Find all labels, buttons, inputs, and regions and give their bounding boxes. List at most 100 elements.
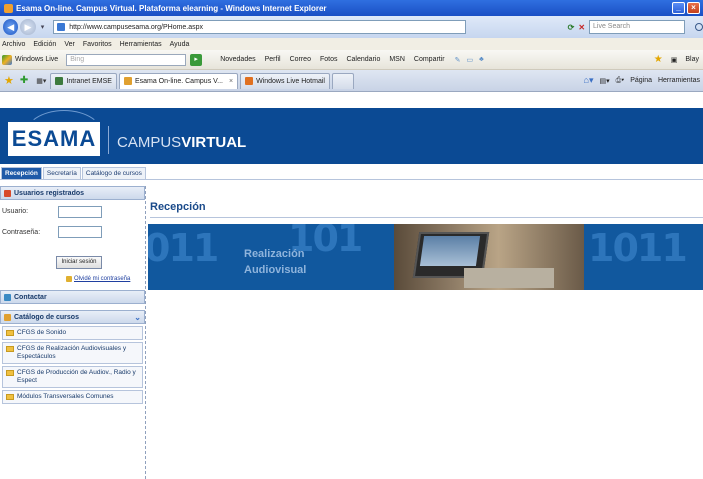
close-button[interactable]: ×	[687, 2, 700, 14]
menu-ayuda[interactable]: Ayuda	[170, 41, 190, 48]
catalog-icon	[4, 313, 11, 321]
live-right-tools: ★ ▣ Blay	[654, 54, 699, 65]
intranet-tab-icon	[55, 77, 64, 85]
course-catalog-header[interactable]: Catálogo de cursos ⌄	[0, 310, 145, 324]
stop-icon[interactable]: ✕	[578, 23, 585, 32]
spaces-icon[interactable]: ▭	[467, 56, 474, 64]
folder-icon	[6, 330, 14, 336]
virtual-word: VIRTUAL	[181, 134, 247, 151]
esama-tab-icon	[123, 77, 132, 85]
course-item[interactable]: CFGS de Realización Audiovisuales y Espe…	[2, 342, 143, 364]
add-favorites-icon[interactable]: ✚	[20, 75, 28, 86]
minimize-button[interactable]: _	[672, 2, 685, 14]
course-label: CFGS de Realización Audiovisuales y Espe…	[17, 345, 127, 360]
tab-catalogo[interactable]: Catálogo de cursos	[81, 167, 146, 179]
username-label: Usuario:	[2, 208, 29, 215]
key-icon	[66, 276, 72, 282]
folder-icon	[6, 370, 14, 376]
address-field[interactable]: http://www.campusesama.org/PHome.aspx	[53, 20, 466, 34]
page-icon	[57, 23, 66, 31]
windows-live-toolbar: Windows Live Bing ▸ Novedades Perfil Cor…	[0, 50, 703, 70]
browser-tab-esama[interactable]: Esama On-line. Campus V... ×	[118, 72, 239, 89]
bing-search-button[interactable]: ▸	[190, 53, 203, 66]
ie-icon	[4, 3, 13, 13]
back-button[interactable]: ◀	[3, 19, 19, 35]
windows-live-label[interactable]: Windows Live	[15, 56, 58, 63]
course-label: CFGS de Sonido	[17, 329, 67, 336]
users-icon	[4, 189, 11, 197]
messenger-icon[interactable]: ♣	[479, 56, 484, 64]
laptop-screen-image	[419, 236, 481, 266]
live-link-perfil[interactable]: Perfil	[265, 56, 281, 63]
live-search-input[interactable]: Live Search	[589, 20, 686, 34]
hotmail-tab-icon	[245, 77, 254, 85]
address-row: ◀ ▶ ▾ http://www.campusesama.org/PHome.a…	[0, 16, 703, 38]
course-item[interactable]: CFGS de Sonido	[2, 326, 143, 340]
live-extra-tools: ✎ ▭ ♣	[455, 56, 484, 64]
address-tools: ⟳ ✕ Live Search	[568, 20, 703, 34]
live-link-compartir[interactable]: Compartir	[414, 56, 445, 63]
live-link-correo[interactable]: Correo	[290, 56, 311, 63]
contact-label: Contactar	[14, 293, 47, 301]
password-input[interactable]	[58, 226, 102, 238]
search-icon[interactable]	[695, 23, 703, 31]
feeds-icon[interactable]: ▤▾	[600, 77, 610, 85]
command-bar: ⌂▾ ▤▾ ⎙▾ Página Herramientas	[584, 75, 700, 86]
favorites-star-icon[interactable]: ★	[654, 54, 663, 65]
browser-tab-hotmail[interactable]: Windows Live Hotmail	[240, 72, 330, 89]
live-link-calendario[interactable]: Calendario	[346, 56, 380, 63]
close-tab-icon[interactable]: ×	[229, 78, 233, 85]
live-links: Novedades Perfil Correo Fotos Calendario…	[220, 56, 444, 63]
menu-archivo[interactable]: Archivo	[2, 41, 25, 48]
tools-menu[interactable]: Herramientas	[658, 77, 700, 84]
campus-word: CAMPUS	[117, 134, 182, 151]
header-divider	[108, 126, 109, 154]
menu-favoritos[interactable]: Favoritos	[83, 41, 112, 48]
esama-logo[interactable]: ESAMA	[8, 122, 100, 156]
course-catalog-title: Catálogo de cursos	[14, 313, 79, 321]
live-user-name[interactable]: Blay	[685, 56, 699, 63]
home-icon[interactable]: ⌂▾	[584, 75, 594, 86]
addons-icon[interactable]: ▣	[671, 56, 678, 64]
page-title: Recepción	[150, 201, 206, 213]
folder-icon	[6, 346, 14, 352]
live-link-msn[interactable]: MSN	[389, 56, 405, 63]
windows-live-logo-icon	[2, 54, 12, 65]
menu-ver[interactable]: Ver	[64, 41, 75, 48]
address-url: http://www.campusesama.org/PHome.aspx	[69, 23, 204, 31]
print-icon[interactable]: ⎙▾	[616, 77, 625, 85]
quick-tabs-icon[interactable]: ▦▾	[36, 77, 46, 85]
page-menu[interactable]: Página	[630, 77, 652, 84]
contact-link[interactable]: Contactar	[0, 290, 145, 304]
edit-icon[interactable]: ✎	[455, 56, 461, 64]
registered-users-title: Usuarios registrados	[14, 189, 85, 197]
history-dropdown-icon[interactable]: ▾	[41, 23, 45, 31]
course-item[interactable]: Módulos Transversales Comunes	[2, 390, 143, 404]
browser-tab-label: Esama On-line. Campus V...	[134, 77, 223, 85]
refresh-icon[interactable]: ⟳	[568, 23, 575, 32]
bing-search-input[interactable]: Bing	[66, 53, 187, 66]
tab-recepcion[interactable]: Recepción	[1, 167, 42, 179]
password-label: Contraseña:	[2, 229, 41, 236]
menu-herramientas[interactable]: Herramientas	[120, 41, 162, 48]
favorites-center-icon[interactable]: ★	[4, 74, 14, 87]
banner-caption: Realización Audiovisual	[244, 246, 306, 278]
menu-bar: Archivo Edición Ver Favoritos Herramient…	[0, 38, 703, 50]
banner-line-1: Realización	[244, 248, 305, 260]
live-link-novedades[interactable]: Novedades	[220, 56, 255, 63]
collapse-icon[interactable]: ⌄	[134, 313, 141, 322]
campus-virtual-title: CAMPUSVIRTUAL	[117, 134, 246, 151]
tab-secretaria[interactable]: Secretaría	[42, 167, 81, 179]
live-link-fotos[interactable]: Fotos	[320, 56, 338, 63]
course-item[interactable]: CFGS de Producción de Audiov., Radio y E…	[2, 366, 143, 388]
menu-edicion[interactable]: Edición	[33, 41, 56, 48]
browser-tab-label: Windows Live Hotmail	[256, 77, 325, 85]
username-input[interactable]	[58, 206, 102, 218]
forgot-password-link[interactable]: Olvidé mi contraseña	[66, 276, 130, 282]
browser-tab-intranet[interactable]: Intranet EMSE	[50, 72, 117, 89]
window-controls: _ ×	[672, 2, 700, 14]
sidebar: Usuarios registrados Usuario: Contraseña…	[0, 186, 146, 479]
login-button[interactable]: Iniciar sesión	[56, 256, 102, 269]
new-tab-button[interactable]	[331, 72, 354, 89]
forward-button[interactable]: ▶	[20, 19, 36, 35]
